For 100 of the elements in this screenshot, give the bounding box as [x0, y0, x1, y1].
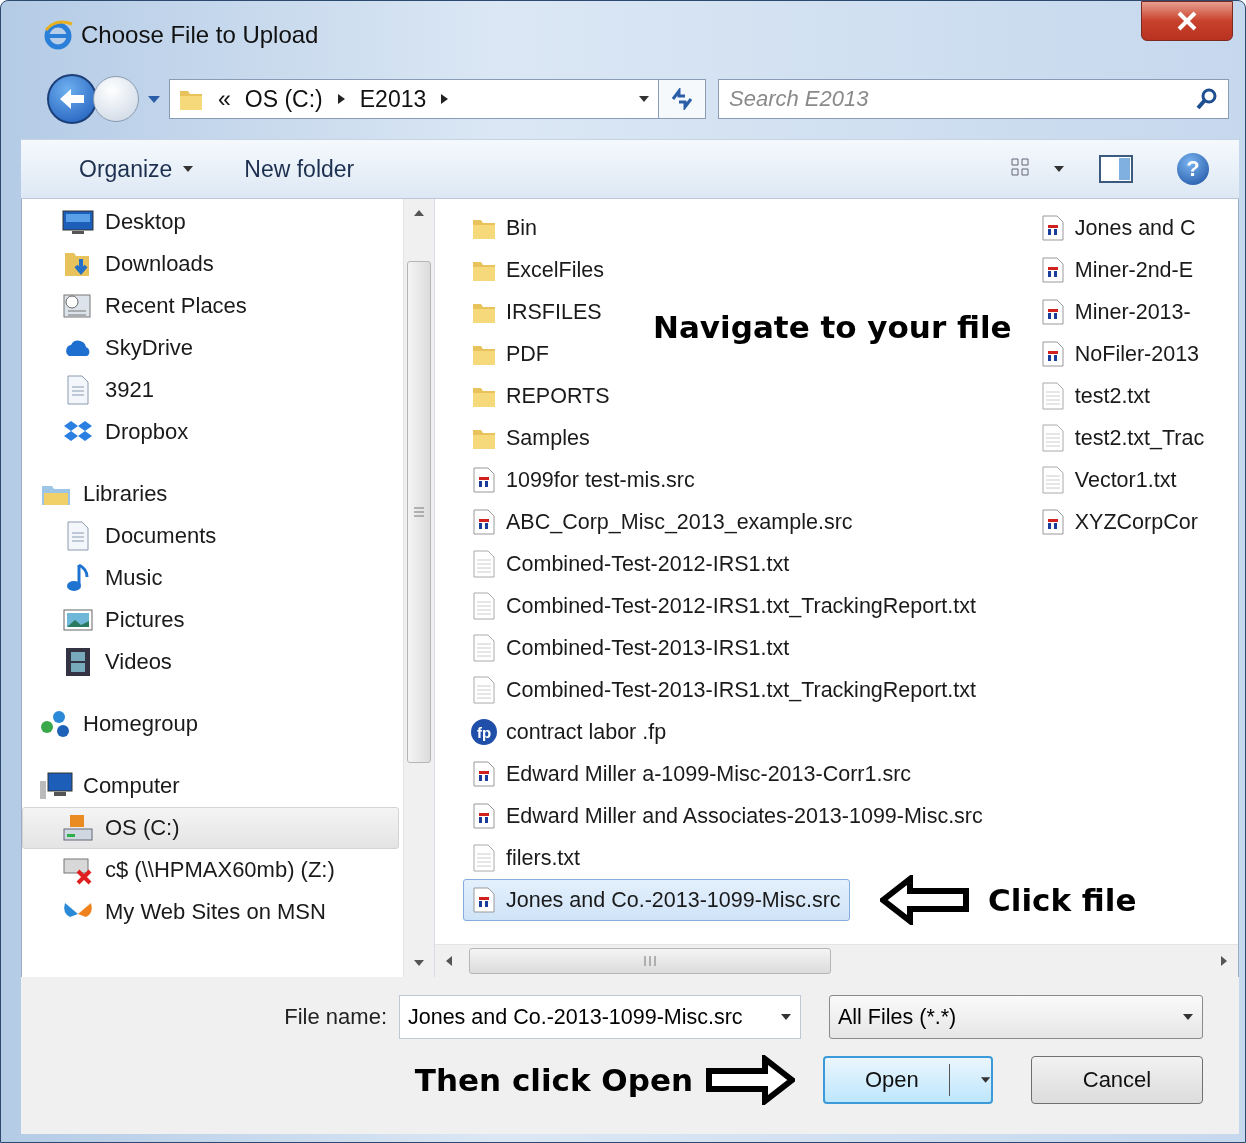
- caret-icon: [147, 94, 161, 104]
- scroll-arrow-icon[interactable]: [445, 955, 453, 967]
- file-item[interactable]: Bin: [463, 207, 547, 249]
- nav-item[interactable]: Computer: [22, 765, 399, 807]
- file-item[interactable]: Miner-2013-: [1031, 291, 1200, 333]
- file-item[interactable]: test2.txt_Trac: [1031, 417, 1214, 459]
- instruction-text: Navigate to your file: [653, 309, 1012, 345]
- text-file-icon: [473, 550, 495, 578]
- computer-icon: [39, 771, 73, 801]
- chevron-icon: [336, 93, 346, 105]
- file-item[interactable]: IRSFILES: [463, 291, 611, 333]
- document-icon: [473, 509, 495, 535]
- nav-item[interactable]: Desktop: [22, 201, 399, 243]
- caret-icon: [979, 1076, 991, 1084]
- nav-item[interactable]: Homegroup: [22, 703, 399, 745]
- refresh-button[interactable]: [658, 79, 706, 119]
- file-item[interactable]: filers.txt: [463, 837, 590, 879]
- text-file-icon: [473, 592, 495, 620]
- field-label: File name:: [284, 1004, 387, 1030]
- document-icon: [473, 467, 495, 493]
- file-item[interactable]: Edward Miller and Associates-2013-1099-Misc.src: [463, 795, 992, 837]
- document-icon: [473, 761, 495, 787]
- window-title: Choose File to Upload: [81, 21, 319, 49]
- address-bar[interactable]: « OS (C:) E2013: [169, 79, 659, 119]
- nav-item[interactable]: Pictures: [22, 599, 399, 641]
- file-item[interactable]: test2.txt: [1031, 375, 1160, 417]
- file-item[interactable]: Jones and C: [1031, 207, 1205, 249]
- vertical-scrollbar[interactable]: [403, 199, 434, 977]
- nav-item[interactable]: c$ (\\HPMAX60mb) (Z:): [22, 849, 399, 891]
- nav-item[interactable]: Documents: [22, 515, 399, 557]
- file-item[interactable]: XYZCorpCor: [1031, 501, 1207, 543]
- overflow-crumb[interactable]: «: [218, 85, 231, 113]
- file-item[interactable]: Vector1.txt: [1031, 459, 1186, 501]
- file-item[interactable]: Miner-2nd-E: [1031, 249, 1203, 291]
- caret-icon: [182, 165, 195, 173]
- open-button[interactable]: Open: [823, 1056, 993, 1104]
- file-item[interactable]: NoFiler-2013: [1031, 333, 1209, 375]
- scroll-thumb[interactable]: [407, 261, 431, 763]
- file-item[interactable]: Combined-Test-2013-IRS1.txt: [463, 627, 799, 669]
- document-icon: [1041, 509, 1064, 535]
- cancel-button[interactable]: Cancel: [1031, 1056, 1203, 1104]
- breadcrumb[interactable]: OS (C:): [244, 85, 323, 113]
- text-file-icon: [473, 634, 495, 662]
- grip-icon: [414, 507, 424, 517]
- scroll-arrow-icon[interactable]: [413, 959, 425, 967]
- nav-item[interactable]: Libraries: [22, 473, 399, 515]
- file-item[interactable]: Jones and Co.-2013-1099-Misc.src: [463, 879, 850, 921]
- film-icon: [64, 647, 92, 677]
- recent-places-icon: [62, 291, 94, 321]
- chevron-icon: [440, 93, 450, 105]
- horizontal-scrollbar[interactable]: [435, 944, 1238, 977]
- file-item[interactable]: 1099for test-mis.src: [463, 459, 704, 501]
- nav-item[interactable]: Downloads: [22, 243, 399, 285]
- file-item[interactable]: REPORTS: [463, 375, 619, 417]
- caret-icon: [1182, 1013, 1194, 1021]
- file-item[interactable]: ABC_Corp_Misc_2013_example.src: [463, 501, 862, 543]
- dropdown-caret-icon: [638, 95, 650, 103]
- browser-icon: [43, 20, 73, 50]
- scroll-arrow-icon[interactable]: [1220, 955, 1228, 967]
- file-item[interactable]: fp contract labor .fp: [463, 711, 676, 753]
- nav-item[interactable]: OS (C:): [22, 807, 399, 849]
- document-icon: [65, 375, 91, 405]
- document-icon: [65, 521, 91, 551]
- organize-menu[interactable]: Organize: [61, 149, 213, 189]
- file-item[interactable]: Combined-Test-2012-IRS1.txt: [463, 543, 799, 585]
- nav-item[interactable]: Recent Places: [22, 285, 399, 327]
- picture-icon: [63, 608, 93, 632]
- nav-item[interactable]: Music: [22, 557, 399, 599]
- scroll-arrow-icon[interactable]: [413, 209, 425, 217]
- nav-item[interactable]: SkyDrive: [22, 327, 399, 369]
- document-icon: [1041, 257, 1064, 283]
- drive-icon: [62, 813, 94, 843]
- instruction-text: Click file: [988, 882, 1137, 918]
- network-drive-icon: [62, 855, 94, 885]
- text-file-icon: [473, 676, 495, 704]
- file-name-field[interactable]: Jones and Co.-2013-1099-Misc.src: [399, 995, 801, 1039]
- caret-icon: [780, 1013, 792, 1021]
- file-item[interactable]: Combined-Test-2013-IRS1.txt_TrackingReport.txt: [463, 669, 985, 711]
- caret-icon: [1053, 165, 1065, 173]
- new-folder-button[interactable]: New folder: [226, 149, 373, 189]
- refresh-icon: [669, 88, 695, 110]
- file-type-dropdown[interactable]: All Files (*.*): [829, 995, 1203, 1039]
- file-item[interactable]: Edward Miller a-1099-Misc-2013-Corr1.src: [463, 753, 921, 795]
- file-item[interactable]: Samples: [463, 417, 599, 459]
- scroll-thumb[interactable]: [469, 948, 831, 974]
- file-item[interactable]: ExcelFiles: [463, 249, 613, 291]
- back-button[interactable]: [47, 74, 97, 124]
- nav-item[interactable]: 3921: [22, 369, 399, 411]
- nav-item[interactable]: Dropbox: [22, 411, 399, 453]
- file-item[interactable]: PDF: [463, 333, 558, 375]
- close-button[interactable]: [1141, 1, 1233, 41]
- file-item[interactable]: Combined-Test-2012-IRS1.txt_TrackingReport.txt: [463, 585, 985, 627]
- search-field[interactable]: Search E2013: [718, 79, 1229, 119]
- document-icon: [473, 803, 495, 829]
- text-file-icon: [1041, 424, 1064, 452]
- text-file-icon: [1041, 382, 1064, 410]
- nav-item[interactable]: Videos: [22, 641, 399, 683]
- nav-item[interactable]: My Web Sites on MSN: [22, 891, 399, 933]
- monitor-icon: [62, 209, 94, 235]
- breadcrumb[interactable]: E2013: [359, 85, 427, 113]
